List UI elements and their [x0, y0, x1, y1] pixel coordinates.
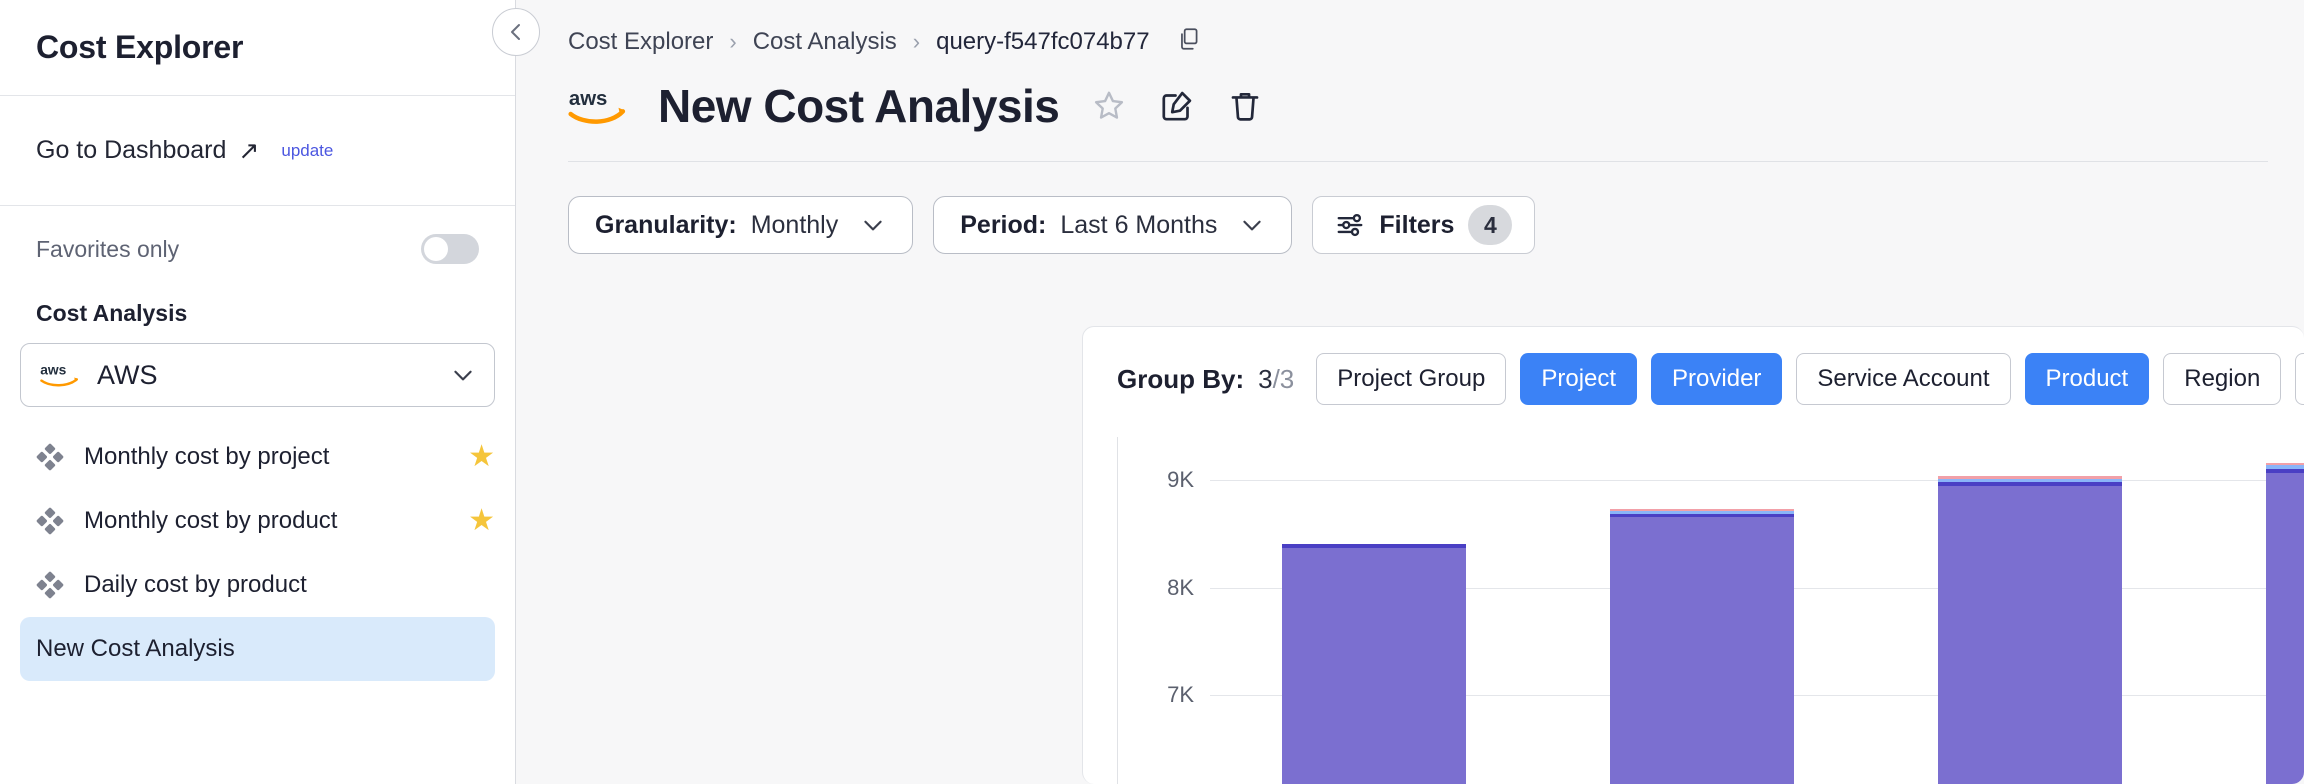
chart-gridline: [1210, 480, 2304, 481]
chart-y-axis: 6K7K8K9K: [1118, 437, 1194, 784]
group-by-label: Group By:: [1117, 363, 1245, 394]
chart-plot: [1210, 437, 2304, 784]
chart-bar[interactable]: [2266, 463, 2304, 784]
chart-y-tick-label: 9K: [1167, 467, 1194, 492]
group-by-total-count: /3: [1272, 363, 1295, 394]
chart-y-tick-label: 7K: [1167, 682, 1194, 707]
breadcrumb-separator: ›: [912, 28, 921, 54]
period-value: Last 6 Months: [1060, 210, 1218, 239]
favorites-only-toggle[interactable]: [421, 234, 479, 264]
group-by-option-project[interactable]: Project: [1520, 353, 1638, 405]
page-title: New Cost Analysis: [658, 80, 1060, 132]
group-by-option-project-group[interactable]: Project Group: [1316, 353, 1507, 405]
chart-bar-segment: [1282, 547, 1466, 784]
list-item[interactable]: Monthly cost by product ★: [0, 489, 515, 553]
collapse-sidebar-button[interactable]: [492, 8, 540, 56]
chart-bar-segment: [1938, 486, 2122, 784]
list-item-selected[interactable]: New Cost Analysis: [20, 617, 495, 681]
list-item-label: Monthly cost by project: [84, 443, 330, 470]
chevron-down-icon: [864, 220, 882, 231]
page-title-row: aws New Cost Analysis: [516, 57, 2304, 133]
granularity-dropdown[interactable]: Granularity: Monthly: [568, 196, 914, 254]
favorite-star-icon[interactable]: ★: [468, 442, 495, 472]
chart-bar-segment: [1610, 517, 1794, 784]
breadcrumb-separator: ›: [729, 28, 737, 54]
chart-bar[interactable]: [1938, 476, 2122, 784]
favorite-star-icon[interactable]: ★: [468, 506, 495, 536]
list-item-label: Monthly cost by product: [84, 507, 338, 534]
cluster-icon: [36, 507, 64, 535]
trash-icon[interactable]: [1227, 88, 1263, 124]
aws-logo-icon: aws: [568, 88, 626, 124]
filters-count-badge: 4: [1468, 205, 1513, 245]
chevron-down-icon: [454, 370, 472, 381]
go-to-dashboard-link[interactable]: Go to Dashboard: [36, 136, 226, 165]
chevron-down-icon: [1243, 220, 1262, 231]
sliders-icon: [1337, 213, 1363, 237]
aws-logo-icon: aws: [40, 361, 78, 387]
favorite-star-outline-icon[interactable]: [1091, 88, 1127, 124]
copy-icon[interactable]: [1176, 26, 1202, 57]
filters-button[interactable]: Filters 4: [1312, 196, 1536, 254]
group-by-option-service-account[interactable]: Service Account: [1796, 353, 2011, 405]
favorites-only-label: Favorites only: [36, 235, 180, 262]
sidebar-title: Cost Explorer: [36, 29, 244, 65]
period-label: Period:: [960, 210, 1047, 239]
breadcrumb-item-query-id: query-f547fc074b77: [936, 27, 1150, 55]
main-content: Cost Explorer › Cost Analysis › query-f5…: [516, 0, 2304, 784]
group-by-selected-count: 3: [1258, 363, 1273, 394]
cost-explorer-app: Cost Explorer Go to Dashboard ↗ update F…: [0, 0, 2304, 784]
controls-bar: Granularity: Monthly Period: Last 6 Mont…: [516, 162, 2304, 254]
provider-select[interactable]: aws AWS: [20, 343, 495, 407]
analysis-list: Monthly cost by project ★ Monthly cost b…: [0, 425, 515, 681]
analysis-card: Group By: 3/3 Project Group Project Prov…: [1082, 326, 2304, 784]
group-by-row: Group By: 3/3 Project Group Project Prov…: [1083, 327, 2304, 405]
chevron-left-icon: [511, 24, 520, 40]
filters-label: Filters: [1379, 210, 1455, 239]
list-item[interactable]: Daily cost by product: [0, 553, 515, 617]
sidebar-section-title: Cost Analysis: [36, 300, 188, 326]
svg-text:aws: aws: [40, 361, 66, 377]
chart-bar-segment: [2266, 473, 2304, 784]
group-by-option-product[interactable]: Product: [2024, 353, 2150, 405]
group-by-option-usage-type[interactable]: Usage Type: [2295, 353, 2304, 405]
go-to-dashboard-row[interactable]: Go to Dashboard ↗ update: [0, 96, 515, 206]
chart-y-tick-label: 8K: [1167, 574, 1194, 600]
favorites-only-row[interactable]: Favorites only: [0, 206, 515, 292]
chart-panel: 6K7K8K9K: [1117, 437, 2304, 784]
chart-bar[interactable]: [1282, 544, 1466, 784]
sidebar: Cost Explorer Go to Dashboard ↗ update F…: [0, 0, 516, 784]
provider-name: AWS: [97, 359, 158, 390]
group-by-option-provider[interactable]: Provider: [1651, 353, 1783, 405]
sidebar-header: Cost Explorer: [0, 0, 515, 96]
group-by-option-region[interactable]: Region: [2163, 353, 2282, 405]
toggle-knob: [424, 237, 448, 261]
group-by-count: 3/3: [1258, 364, 1294, 395]
granularity-value: Monthly: [750, 210, 839, 239]
chart-bar[interactable]: [1610, 508, 1794, 784]
list-item-label: New Cost Analysis: [36, 635, 235, 662]
cluster-icon: [36, 443, 64, 471]
granularity-label: Granularity:: [595, 210, 737, 239]
external-link-arrow-icon: ↗: [238, 136, 260, 165]
update-link[interactable]: update: [281, 141, 333, 161]
breadcrumb-item-cost-explorer[interactable]: Cost Explorer: [568, 28, 713, 56]
breadcrumb: Cost Explorer › Cost Analysis › query-f5…: [516, 0, 2304, 57]
cluster-icon: [36, 571, 64, 599]
provider-select-value: aws AWS: [39, 359, 158, 391]
edit-icon[interactable]: [1159, 88, 1195, 124]
breadcrumb-item-cost-analysis[interactable]: Cost Analysis: [753, 28, 897, 56]
svg-text:aws: aws: [569, 88, 607, 110]
chart-area: 6K7K8K9K: [1117, 437, 2304, 784]
period-dropdown[interactable]: Period: Last 6 Months: [933, 196, 1293, 254]
list-item-label: Daily cost by product: [84, 571, 307, 598]
list-item[interactable]: Monthly cost by project ★: [0, 425, 515, 489]
